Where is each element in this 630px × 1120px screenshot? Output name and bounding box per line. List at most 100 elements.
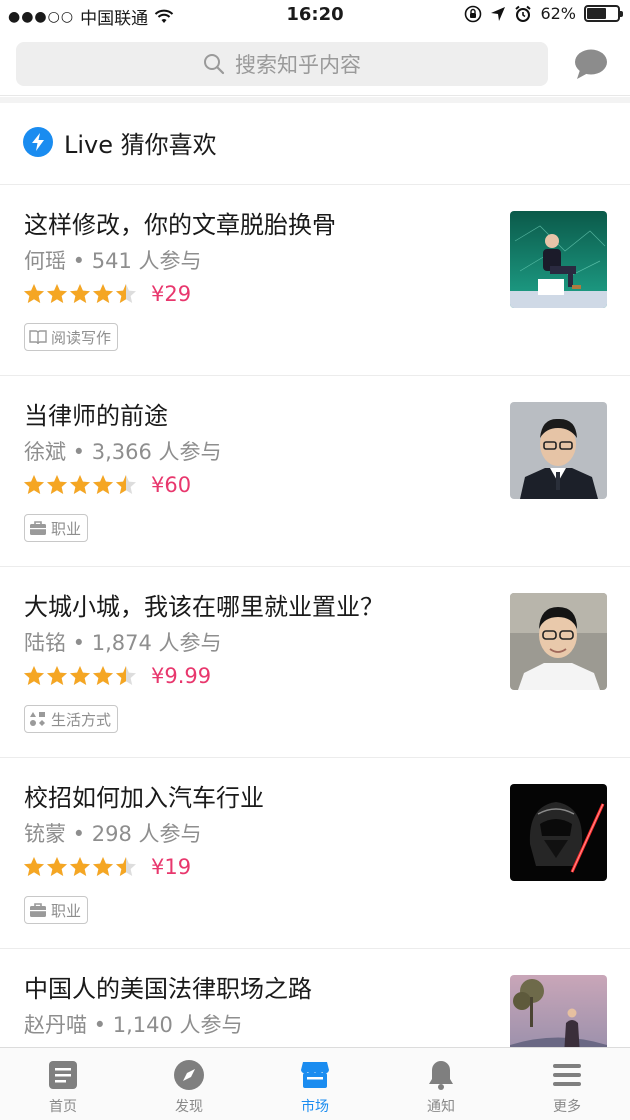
live-rating: ¥19 [23,855,191,879]
live-participants: 1,140 人参与 [112,1013,243,1037]
live-title: 校招如何加入汽车行业 [24,784,264,812]
star-full-icon [24,475,44,494]
star-full-icon [47,475,67,494]
tab-label: 通知 [427,1099,455,1115]
live-rating: ¥29 [23,282,191,306]
location-icon [491,6,506,21]
star-full-icon [93,284,113,303]
search-placeholder: 搜索知乎内容 [235,53,361,77]
live-item[interactable]: 校招如何加入汽车行业 铳蒙 • 298 人参与 ¥19 职业 [0,758,630,949]
alarm-icon [515,5,532,22]
star-full-icon [24,857,44,876]
bell-icon [429,1061,453,1090]
live-thumbnail[interactable] [510,975,607,1047]
live-participants: 298 人参与 [91,822,202,846]
tab-notifications[interactable]: 通知 [378,1048,504,1120]
star-full-icon [70,284,90,303]
star-full-icon [24,284,44,303]
section-title: Live 猜你喜欢 [64,131,217,159]
star-full-icon [47,666,67,685]
briefcase-icon [30,903,46,917]
helmet-photo [510,784,607,881]
live-author: 何瑶 [24,249,66,273]
search-icon [204,54,225,75]
landscape-photo [510,975,607,1047]
tab-label: 更多 [553,1099,581,1115]
live-author: 铳蒙 [24,822,66,846]
live-author: 徐斌 [24,440,66,464]
live-section-header: Live 猜你喜欢 [0,103,630,185]
live-title: 这样修改，你的文章脱胎换骨 [24,211,336,239]
tab-home[interactable]: 首页 [0,1048,126,1120]
live-title: 当律师的前途 [24,402,168,430]
compass-icon [174,1060,204,1090]
lifestyle-icon [30,712,45,726]
tab-label: 市场 [301,1099,329,1115]
star-full-icon [93,857,113,876]
lightning-icon [23,127,53,157]
star-rating [23,856,137,878]
live-meta: 铳蒙 • 298 人参与 [24,822,202,846]
tab-market[interactable]: 市场 [252,1048,378,1120]
live-price: ¥9.99 [151,664,212,688]
star-half-icon [116,475,136,494]
search-header: 搜索知乎内容 [0,32,630,96]
book-icon [29,330,47,345]
battery-icon [584,5,623,22]
star-full-icon [93,475,113,494]
star-half-icon [116,857,136,876]
live-author: 陆铭 [24,631,66,655]
star-full-icon [47,857,67,876]
star-rating [23,665,137,687]
live-tag-label: 阅读写作 [51,328,112,347]
messages-button[interactable] [574,48,608,80]
live-title: 中国人的美国法律职场之路 [24,975,312,1003]
live-meta: 陆铭 • 1,874 人参与 [24,631,222,655]
live-thumbnail[interactable] [510,784,607,881]
status-indicators: 62% [464,4,623,23]
live-tag[interactable]: 生活方式 [24,705,119,733]
live-item[interactable]: 这样修改，你的文章脱胎换骨 何瑶 • 541 人参与 ¥29 阅读写作 [0,185,630,376]
live-thumbnail[interactable] [510,402,607,499]
portrait-photo [510,402,607,499]
live-list: 这样修改，你的文章脱胎换骨 何瑶 • 541 人参与 ¥29 阅读写作 当律师的… [0,185,630,1047]
star-half-icon [116,284,136,303]
live-rating: ¥60 [23,473,191,497]
star-full-icon [24,666,44,685]
live-title: 大城小城，我该在哪里就业置业？ [24,593,384,621]
tab-discover[interactable]: 发现 [126,1048,252,1120]
menu-icon [553,1064,581,1086]
live-thumbnail[interactable] [510,211,607,308]
live-tag[interactable]: 职业 [24,896,89,924]
search-bar[interactable]: 搜索知乎内容 [16,42,548,86]
home-icon [49,1061,77,1089]
live-price: ¥29 [151,282,192,306]
chat-bubble-icon [575,49,607,79]
battery-percent: 62% [540,4,576,23]
live-tag-label: 职业 [51,901,82,920]
live-item[interactable]: 中国人的美国法律职场之路 赵丹喵 • 1,140 人参与 [0,949,630,1047]
live-thumbnail[interactable] [510,593,607,690]
tab-label: 发现 [175,1099,203,1115]
battery-fill [587,8,606,19]
portrait-photo [510,593,607,690]
live-tag-label: 生活方式 [51,710,112,729]
live-tag[interactable]: 阅读写作 [24,323,119,351]
live-meta: 何瑶 • 541 人参与 [24,249,202,273]
star-rating [23,474,137,496]
live-meta: 赵丹喵 • 1,140 人参与 [24,1013,243,1037]
live-item[interactable]: 大城小城，我该在哪里就业置业？ 陆铭 • 1,874 人参与 ¥9.99 生活方… [0,567,630,758]
status-bar: ●●●○○ 中国联通 16:20 62% [0,0,630,32]
speaker-photo [510,211,607,308]
tab-bar: 首页 发现 市场 通知 更多 [0,1047,630,1120]
star-full-icon [70,666,90,685]
live-participants: 541 人参与 [91,249,202,273]
star-rating [23,283,137,305]
tab-label: 首页 [49,1099,77,1115]
live-price: ¥19 [151,855,192,879]
rotation-lock-icon [465,5,482,22]
store-icon [301,1062,329,1088]
tab-more[interactable]: 更多 [504,1048,630,1120]
live-item[interactable]: 当律师的前途 徐斌 • 3,366 人参与 ¥60 职业 [0,376,630,567]
live-tag[interactable]: 职业 [24,514,89,542]
